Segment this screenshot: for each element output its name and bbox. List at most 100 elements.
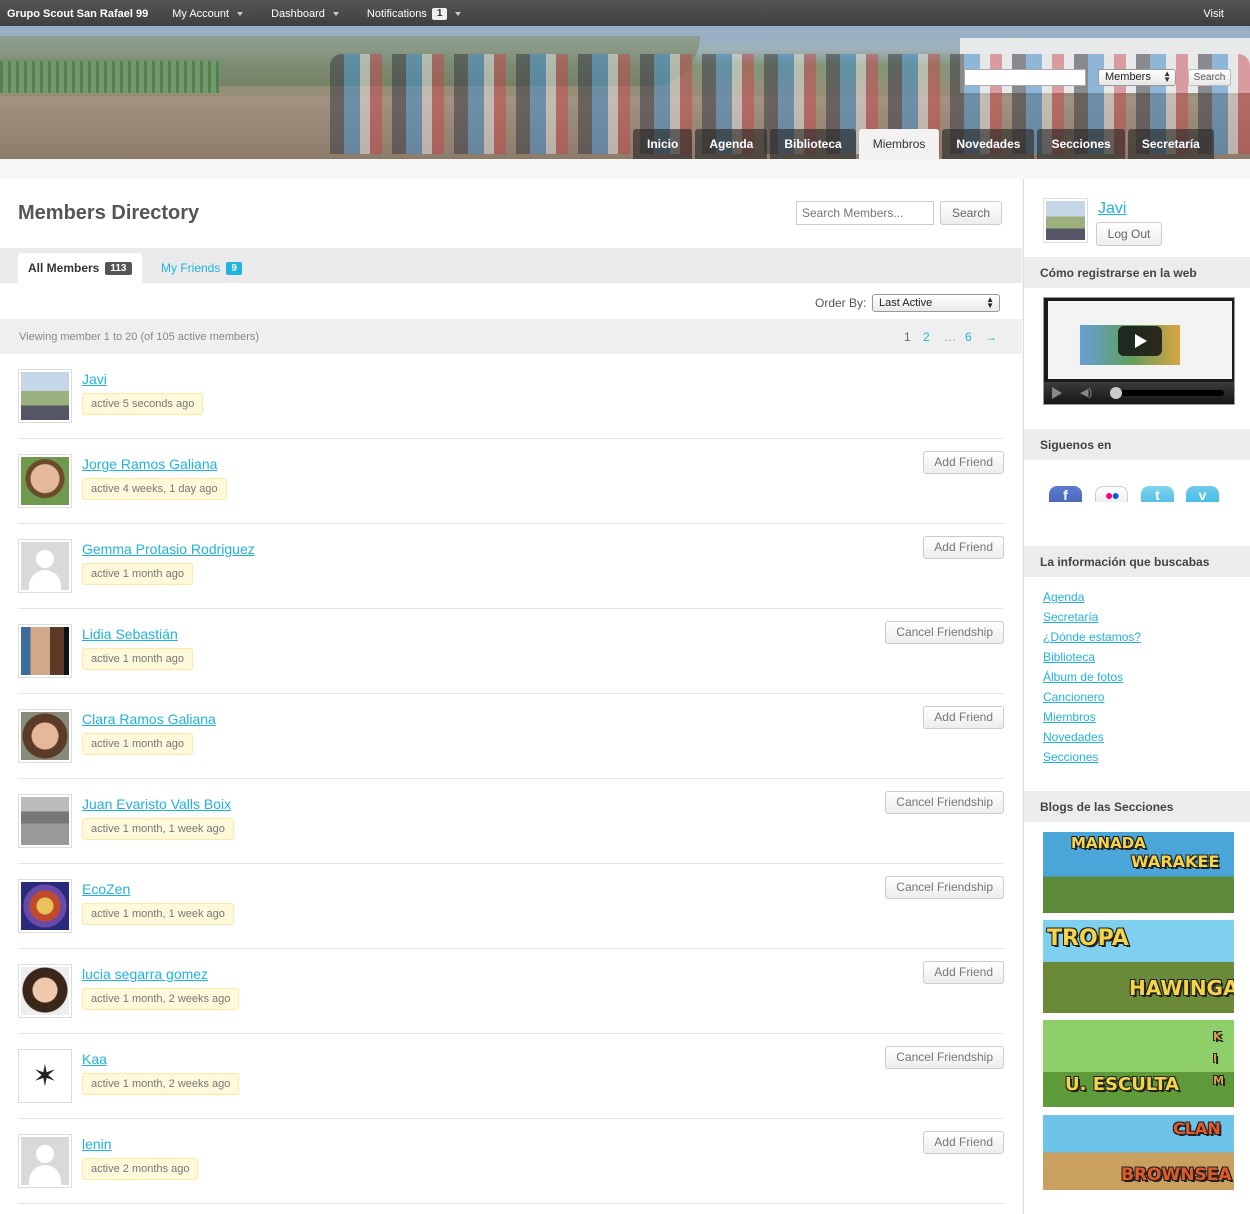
blog-banner-esculta[interactable]: U. ESCULTA KIM [1043, 1020, 1234, 1107]
sidebar-link-secretaria[interactable]: Secretaría [1043, 610, 1098, 624]
member-name-link[interactable]: Kaa [82, 1051, 107, 1067]
dashboard-menu[interactable]: Dashboard [257, 0, 353, 28]
visit-link[interactable]: Visit [1189, 0, 1250, 28]
members-search-input[interactable] [796, 201, 934, 225]
member-photo [21, 372, 69, 420]
activity-badge: active 4 weeks, 1 day ago [82, 478, 227, 500]
tab-my-friends[interactable]: My Friends 9 [151, 253, 252, 283]
video-widget-heading: Cómo registrarse en la web [1024, 257, 1250, 288]
vimeo-icon[interactable]: v [1186, 484, 1219, 502]
nav-secretaria[interactable]: Secretaría [1127, 129, 1214, 159]
activity-badge: active 1 month ago [82, 563, 193, 585]
current-user-name-link[interactable]: Javi [1098, 200, 1126, 218]
avatar[interactable] [18, 794, 72, 848]
pagination-bar: Viewing member 1 to 20 (of 105 active me… [0, 319, 1022, 354]
nav-secciones[interactable]: Secciones [1037, 129, 1125, 159]
member-name-link[interactable]: Gemma Protasio Rodriguez [82, 541, 255, 557]
avatar[interactable] [18, 964, 72, 1018]
blog-title-line1: TROPA [1047, 926, 1129, 951]
blog-banner-tropa[interactable]: TROPA HAWINGA [1043, 920, 1234, 1013]
avatar[interactable]: ✶ [18, 1049, 72, 1103]
order-by-select[interactable]: Last Active ▲ ▼ [872, 294, 1000, 312]
current-user-avatar[interactable] [1043, 198, 1088, 243]
sidebar-link-cancionero[interactable]: Cancionero [1043, 690, 1104, 704]
sidebar-link-agenda[interactable]: Agenda [1043, 590, 1084, 604]
site-name-link[interactable]: Grupo Scout San Rafael 99 [0, 0, 158, 28]
member-name-link[interactable]: Javi [82, 371, 107, 387]
default-avatar-icon [21, 1137, 69, 1185]
logout-button[interactable]: Log Out [1096, 222, 1162, 246]
avatar[interactable] [18, 1134, 72, 1188]
nav-inicio[interactable]: Inicio [633, 129, 693, 159]
cancel-friendship-button[interactable]: Cancel Friendship [885, 876, 1004, 899]
blog-title-line1: U. ESCULTA [1065, 1074, 1180, 1095]
member-name-link[interactable]: lenin [82, 1136, 112, 1152]
banner-fence [0, 61, 220, 93]
video-progress-track[interactable] [1112, 390, 1224, 396]
volume-icon[interactable]: ◀) [1080, 386, 1092, 399]
blogs-widget-heading: Blogs de las Secciones [1024, 791, 1250, 822]
facebook-icon[interactable]: f [1049, 484, 1082, 502]
my-account-label: My Account [172, 8, 230, 20]
sidebar-link-secciones[interactable]: Secciones [1043, 750, 1098, 764]
my-account-menu[interactable]: My Account [158, 0, 257, 28]
activity-badge: active 5 seconds ago [82, 393, 204, 415]
sidebar-link-donde-estamos[interactable]: ¿Dónde estamos? [1043, 630, 1141, 644]
avatar[interactable] [18, 369, 72, 423]
avatar[interactable] [18, 454, 72, 508]
next-page-link[interactable]: → [985, 330, 997, 344]
add-friend-button[interactable]: Add Friend [923, 706, 1004, 729]
cancel-friendship-button[interactable]: Cancel Friendship [885, 1046, 1004, 1069]
member-photo [21, 457, 69, 505]
member-name-link[interactable]: Jorge Ramos Galiana [82, 456, 217, 472]
member-name-link[interactable]: Lidia Sebastián [82, 626, 178, 642]
nav-novedades[interactable]: Novedades [942, 129, 1035, 159]
notifications-menu[interactable]: Notifications 1 [353, 0, 475, 28]
twitter-icon[interactable]: t [1141, 484, 1174, 502]
count-badge: 113 [105, 261, 132, 275]
cancel-friendship-button[interactable]: Cancel Friendship [885, 791, 1004, 814]
sidebar-link-album-de-fotos[interactable]: Álbum de fotos [1043, 670, 1123, 684]
nav-miembros[interactable]: Miembros [858, 129, 940, 159]
play-small-icon[interactable] [1052, 387, 1062, 399]
avatar[interactable] [18, 624, 72, 678]
play-icon[interactable] [1118, 326, 1162, 356]
sidebar-link-miembros[interactable]: Miembros [1043, 710, 1096, 724]
header-search-input[interactable] [964, 69, 1086, 86]
page-current: 1 [904, 330, 911, 344]
add-friend-button[interactable]: Add Friend [923, 451, 1004, 474]
blog-title-line2: BROWNSEA [1121, 1165, 1232, 1185]
nav-agenda[interactable]: Agenda [695, 129, 768, 159]
activity-badge: active 1 month ago [82, 648, 193, 670]
blog-banner-clan[interactable]: CLAN BROWNSEA [1043, 1115, 1234, 1190]
add-friend-button[interactable]: Add Friend [923, 961, 1004, 984]
member-row: Gemma Protasio Rodriguez active 1 month … [18, 524, 1004, 609]
add-friend-button[interactable]: Add Friend [923, 1131, 1004, 1154]
member-name-link[interactable]: Juan Evaristo Valls Boix [82, 796, 231, 812]
header-search-scope-select[interactable]: Members ▲ ▼ [1098, 69, 1176, 86]
member-row: lenin active 2 months ago Add Friend [18, 1119, 1004, 1204]
avatar[interactable] [18, 539, 72, 593]
page-link-2[interactable]: 2 [923, 330, 930, 344]
tab-all-members[interactable]: All Members 113 [18, 253, 142, 283]
video-progress-knob[interactable] [1110, 387, 1122, 399]
cancel-friendship-button[interactable]: Cancel Friendship [885, 621, 1004, 644]
member-name-link[interactable]: EcoZen [82, 881, 130, 897]
header-search-button[interactable]: Search [1188, 69, 1231, 86]
sidebar-link-novedades[interactable]: Novedades [1043, 730, 1104, 744]
avatar[interactable] [18, 879, 72, 933]
video-player[interactable]: ◀) [1043, 297, 1235, 405]
nav-biblioteca[interactable]: Biblioteca [770, 129, 856, 159]
member-name-link[interactable]: lucia segarra gomez [82, 966, 208, 982]
avatar[interactable] [18, 709, 72, 763]
flickr-icon[interactable]: ●● [1095, 484, 1128, 502]
add-friend-button[interactable]: Add Friend [923, 536, 1004, 559]
blog-banner-manada[interactable]: MANADA WARAKEE [1043, 832, 1234, 913]
members-search-button[interactable]: Search [940, 201, 1002, 225]
page-link-6[interactable]: 6 [965, 330, 972, 344]
blog-title-line2: WARAKEE [1131, 852, 1220, 871]
member-name-link[interactable]: Clara Ramos Galiana [82, 711, 216, 727]
butterfly-icon: ✶ [21, 1052, 69, 1100]
member-row: Lidia Sebastián active 1 month ago Cance… [18, 609, 1004, 694]
sidebar-link-biblioteca[interactable]: Biblioteca [1043, 650, 1095, 664]
